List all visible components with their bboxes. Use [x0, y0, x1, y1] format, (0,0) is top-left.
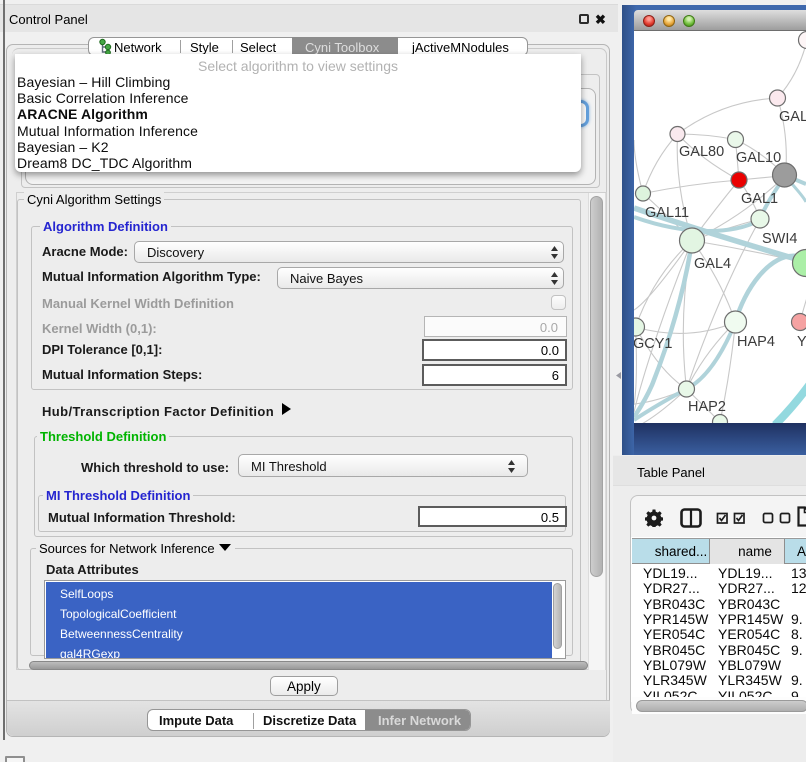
svg-text:Y: Y — [797, 334, 806, 350]
svg-text:GAL11: GAL11 — [645, 205, 689, 221]
svg-text:GCY1: GCY1 — [634, 336, 673, 352]
svg-text:GAL10: GAL10 — [736, 150, 781, 166]
svg-text:SWI4: SWI4 — [762, 231, 797, 247]
svg-text:GAL1: GAL1 — [741, 191, 778, 207]
svg-text:GAL4: GAL4 — [694, 256, 731, 272]
svg-text:HAP2: HAP2 — [688, 399, 726, 415]
svg-text:HAP4: HAP4 — [737, 334, 775, 350]
svg-text:GAL80: GAL80 — [679, 144, 724, 160]
svg-text:GAL2: GAL2 — [779, 109, 806, 125]
